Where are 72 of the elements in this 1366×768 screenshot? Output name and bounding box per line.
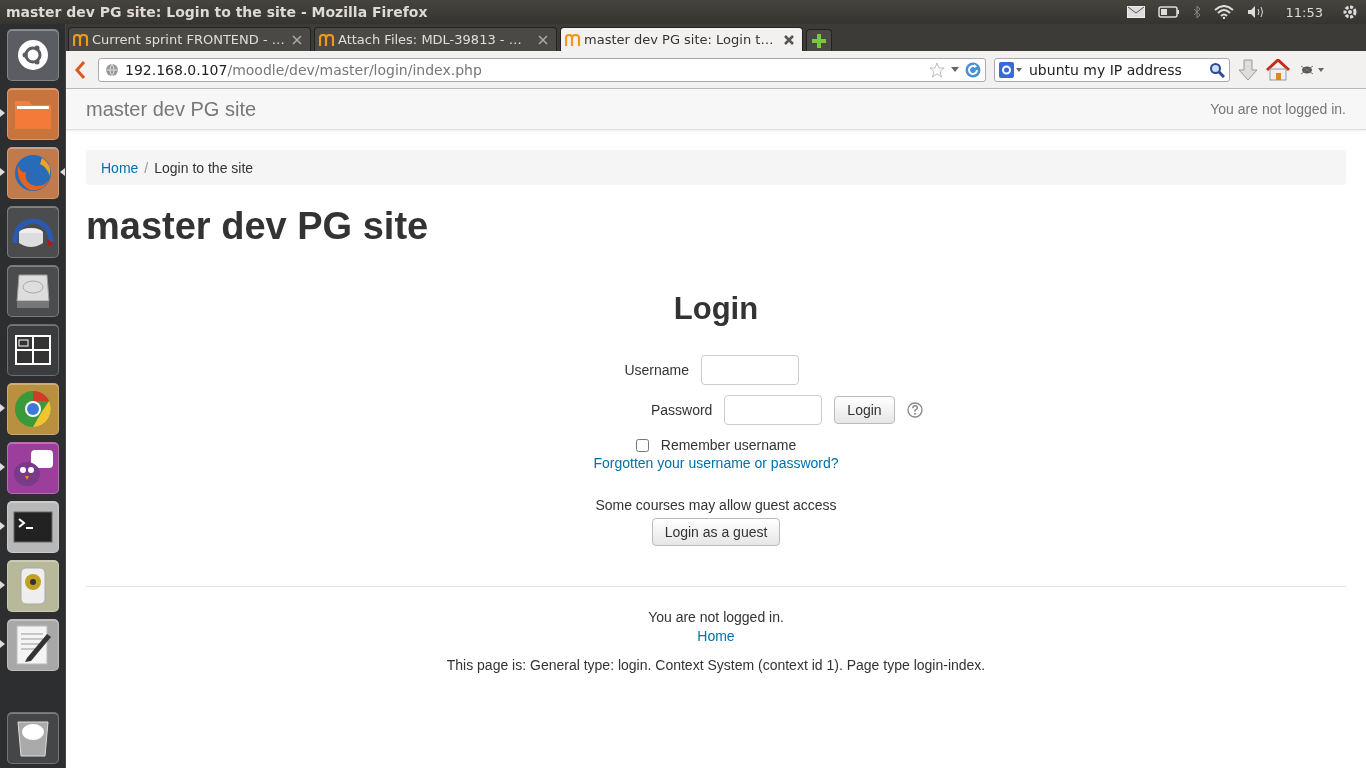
url-text: 192.168.0.107/moodle/dev/master/login/index.php: [125, 61, 483, 78]
address-bar[interactable]: 192.168.0.107/moodle/dev/master/login/index.php: [98, 57, 986, 82]
moodle-logo-icon: [73, 33, 89, 46]
reload-icon[interactable]: [965, 61, 981, 78]
bug-icon[interactable]: [1298, 63, 1324, 76]
login-heading: Login: [672, 290, 760, 328]
back-icon[interactable]: [74, 60, 86, 79]
launcher-button[interactable]: [6, 323, 59, 376]
wifi-icon[interactable]: [1213, 5, 1234, 19]
breadcrumb-separator: /: [144, 159, 149, 176]
window-title: master dev PG site: Login to the site - Mozilla Firefox: [6, 4, 428, 20]
footer-login-status: You are not logged in.: [648, 609, 784, 625]
ubuntu-logo-icon: [16, 38, 49, 71]
remember-checkbox[interactable]: [635, 438, 649, 452]
speaker-icon: [17, 565, 48, 606]
launcher-button[interactable]: [6, 87, 59, 140]
help-icon[interactable]: [906, 402, 923, 418]
globe-icon: [105, 62, 119, 77]
search-text: ubuntu my IP address: [1029, 61, 1183, 78]
password-label: Password: [649, 402, 713, 418]
launcher-button[interactable]: [6, 441, 59, 494]
forgot-password-link[interactable]: Forgotten your username or password?: [593, 455, 839, 471]
mail-icon[interactable]: [1126, 6, 1145, 18]
launcher-button[interactable]: [6, 28, 59, 81]
search-engine-icon[interactable]: [999, 61, 1023, 78]
site-name-link[interactable]: master dev PG site: [86, 97, 257, 121]
battery-icon[interactable]: [1157, 6, 1180, 18]
launcher-button[interactable]: [6, 559, 59, 612]
power-icon[interactable]: [1342, 4, 1358, 20]
tab-title: Current sprint FRONTEND - …: [92, 32, 286, 47]
close-icon[interactable]: [292, 34, 302, 45]
page-heading: master dev PG site: [86, 204, 430, 249]
page-info-text: This page is: General type: login. Context System (context id 1). Page type login-index.: [446, 657, 986, 673]
chrome-icon: [12, 388, 53, 429]
launcher-button[interactable]: [6, 205, 59, 258]
browser-tab[interactable]: Attach Files: MDL-39813 - …: [314, 27, 557, 51]
search-field[interactable]: ubuntu my IP address: [994, 57, 1230, 82]
close-icon[interactable]: [784, 34, 794, 45]
home-icon[interactable]: [1266, 58, 1290, 81]
new-tab-button[interactable]: [806, 29, 832, 51]
login-button[interactable]: Login: [834, 396, 895, 424]
star-icon[interactable]: [929, 61, 945, 78]
workspace-switcher-icon: [14, 334, 51, 365]
username-label: Username: [623, 362, 689, 378]
launcher-button[interactable]: [6, 146, 59, 199]
guest-access-note: Some courses may allow guest access: [595, 497, 837, 513]
username-field[interactable]: [701, 355, 799, 385]
bluetooth-icon[interactable]: [1192, 5, 1201, 19]
search-icon[interactable]: [1209, 61, 1225, 78]
breadcrumb-current: Login to the site: [154, 159, 254, 176]
close-icon[interactable]: [538, 34, 548, 45]
clock[interactable]: 11:53: [1285, 4, 1323, 20]
launcher-button[interactable]: [6, 618, 59, 671]
browser-tab[interactable]: master dev PG site: Login t…: [560, 27, 803, 51]
password-field[interactable]: [724, 395, 823, 425]
launcher-button[interactable]: [6, 711, 59, 764]
dropdown-caret-icon[interactable]: [951, 67, 959, 72]
tab-title: Attach Files: MDL-39813 - …: [338, 32, 523, 47]
terminal-icon: [12, 510, 53, 543]
guest-login-button[interactable]: Login as a guest: [651, 518, 781, 546]
footer-home-link[interactable]: Home: [697, 628, 735, 644]
tab-title: master dev PG site: Login t…: [584, 32, 775, 47]
moodle-logo-icon: [565, 33, 581, 46]
moodle-logo-icon: [319, 33, 335, 46]
remember-label: Remember username: [660, 437, 797, 453]
plus-icon: [811, 32, 827, 49]
launcher-button[interactable]: [6, 264, 59, 317]
breadcrumb-link[interactable]: Home: [101, 159, 139, 176]
launcher-button[interactable]: [6, 382, 59, 435]
login-status: You are not logged in.: [1210, 101, 1346, 117]
browser-tab[interactable]: Current sprint FRONTEND - …: [68, 27, 311, 51]
launcher-button[interactable]: [6, 500, 59, 553]
